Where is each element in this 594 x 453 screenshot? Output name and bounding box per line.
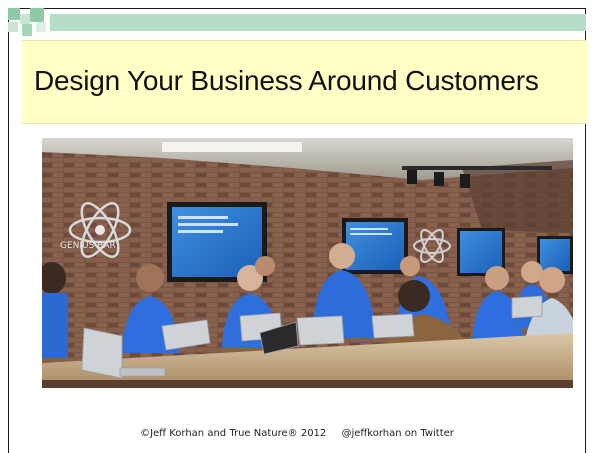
header-accent-bar (50, 14, 586, 31)
footer-twitter: @jeffkorhan on Twitter (341, 428, 454, 439)
genius-bar-photo: GENIUS BAR (42, 138, 573, 388)
decor-square (8, 22, 18, 32)
decor-square (36, 22, 46, 32)
title-box: Design Your Business Around Customers (22, 40, 587, 124)
footer: ©Jeff Korhan and True Nature® 2012 @jeff… (0, 428, 594, 439)
footer-copyright: ©Jeff Korhan and True Nature® 2012 (140, 428, 327, 439)
decor-square (20, 14, 30, 24)
photo-illustration: GENIUS BAR (42, 138, 573, 388)
slide: Design Your Business Around Customers GE… (0, 0, 594, 453)
decor-square (8, 8, 20, 20)
sign-text-left: GENIUS BAR (60, 241, 116, 251)
decor-square (22, 24, 32, 36)
slide-title: Design Your Business Around Customers (34, 65, 539, 96)
decor-square (30, 8, 44, 22)
